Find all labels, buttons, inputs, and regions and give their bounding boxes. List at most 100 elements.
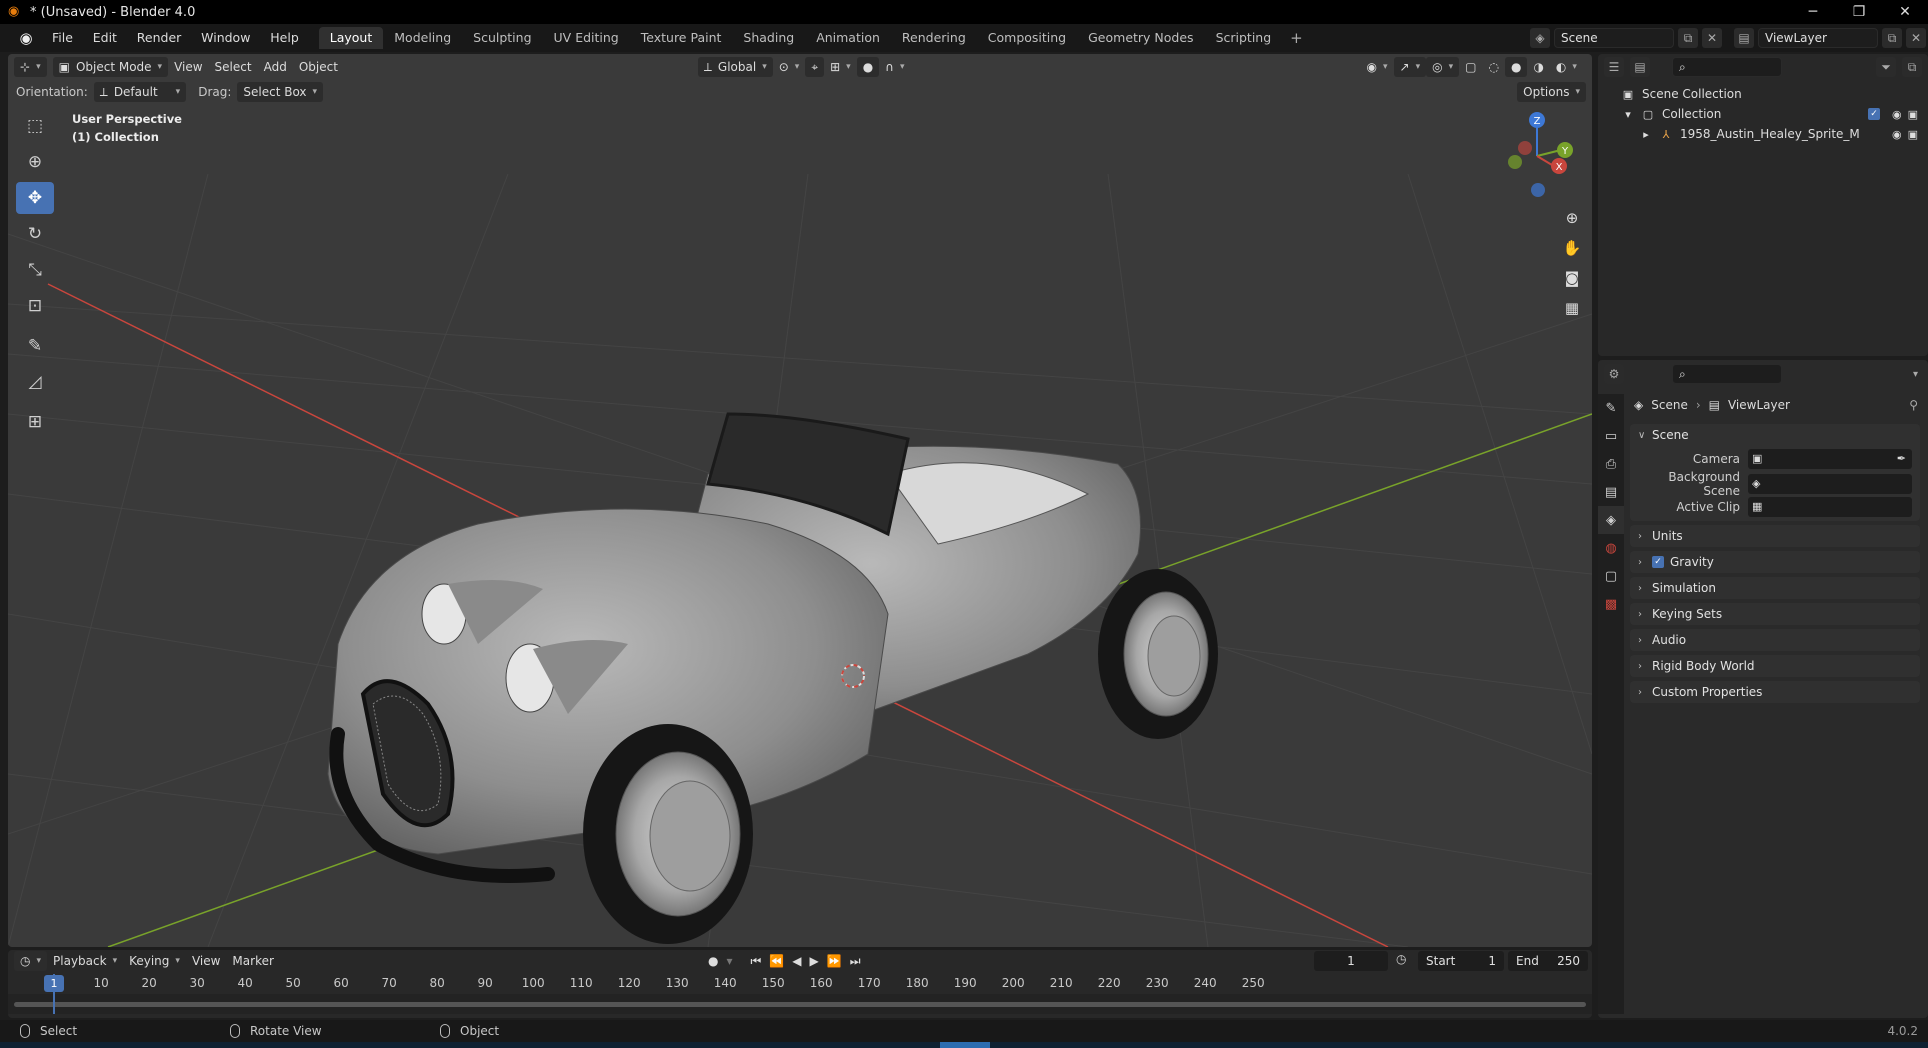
gravity-panel[interactable]: › ✓ Gravity xyxy=(1630,551,1920,573)
timeline-menu-playback[interactable]: Playback ▾ xyxy=(47,951,123,971)
transform-orientation-dropdown[interactable]: ⟂ Global ▾ xyxy=(697,57,773,77)
auto-keying-icon[interactable]: ● xyxy=(708,954,718,968)
timeline-menu-marker[interactable]: Marker xyxy=(226,951,279,971)
view-layer-icon[interactable]: ▤ xyxy=(1734,28,1754,48)
neg-z-axis-icon[interactable] xyxy=(1531,183,1545,197)
audio-panel[interactable]: › Audio xyxy=(1630,629,1920,651)
keying-dropdown-icon[interactable]: ▾ xyxy=(726,954,732,968)
overlay-toggle-icon[interactable]: ◎ ▾ xyxy=(1426,57,1460,77)
jump-start-icon[interactable]: ⏮ xyxy=(751,954,762,969)
background-scene-field[interactable]: ◈ xyxy=(1748,473,1912,494)
world-tab-icon[interactable]: ◍ xyxy=(1598,534,1624,562)
neg-y-axis-icon[interactable] xyxy=(1508,155,1522,169)
jump-end-icon[interactable]: ⏭ xyxy=(850,954,861,969)
options-dropdown[interactable]: Options ▾ xyxy=(1517,82,1586,102)
outliner-search-input[interactable]: ⌕ xyxy=(1672,57,1782,77)
collection-tab-icon[interactable]: ▢ xyxy=(1598,562,1624,590)
tab-uv-editing[interactable]: UV Editing xyxy=(543,27,630,49)
pan-hand-icon[interactable]: ✋ xyxy=(1560,236,1584,260)
pin-icon[interactable]: ⚲ xyxy=(1909,398,1918,412)
play-icon[interactable]: ▶ xyxy=(810,954,819,968)
prev-keyframe-icon[interactable]: ⏪ xyxy=(769,954,784,968)
exclude-checkbox[interactable]: ✓ xyxy=(1867,107,1880,120)
output-tab-icon[interactable]: ⎙ xyxy=(1598,450,1624,478)
3d-viewport[interactable]: ⊹ ▾ ▣ Object Mode ▾ View Select Add Object … xyxy=(8,54,1592,947)
gravity-checkbox[interactable]: ✓ xyxy=(1652,556,1664,568)
menu-help[interactable]: Help xyxy=(262,30,307,45)
proportional-edit-icon[interactable]: ● xyxy=(856,57,880,77)
close-icon[interactable]: ✕ xyxy=(1882,0,1928,24)
gizmo-toggle-icon[interactable]: ↗ ▾ xyxy=(1393,57,1427,77)
current-frame-field[interactable]: 1 xyxy=(1314,951,1388,971)
blender-logo-icon[interactable]: ◉ xyxy=(14,26,38,50)
new-scene-icon[interactable]: ⧉ xyxy=(1678,28,1698,48)
expand-arrow-icon[interactable]: ▾ xyxy=(1622,108,1634,121)
render-tab-icon[interactable]: ▭ xyxy=(1598,422,1624,450)
timeline-menu-view[interactable]: View xyxy=(186,951,226,971)
simulation-panel[interactable]: › Simulation xyxy=(1630,577,1920,599)
material-shading-icon[interactable]: ◑ xyxy=(1527,57,1549,77)
outliner-row-object[interactable]: ▸ ⅄ 1958_Austin_Healey_Sprite_MKI_! ◉ ▣ xyxy=(1598,124,1928,144)
minimize-icon[interactable]: ─ xyxy=(1790,0,1836,24)
outliner-row-scene-collection[interactable]: ▣ Scene Collection xyxy=(1598,84,1928,104)
wireframe-shading-icon[interactable]: ◌ xyxy=(1482,57,1504,77)
add-cube-icon[interactable]: ⊞ xyxy=(16,406,54,438)
eye-icon[interactable]: ◉ xyxy=(1892,108,1902,121)
add-workspace-icon[interactable]: + xyxy=(1282,29,1311,47)
scene-icon[interactable]: ◈ xyxy=(1530,28,1550,48)
delete-view-layer-icon[interactable]: ✕ xyxy=(1906,28,1926,48)
mode-dropdown[interactable]: ▣ Object Mode ▾ xyxy=(52,57,169,77)
timeline-track[interactable] xyxy=(8,994,1592,1014)
transform-icon[interactable]: ⊡ xyxy=(16,290,54,322)
scale-icon[interactable]: ⤡ xyxy=(16,254,54,286)
restore-icon[interactable]: ❐ xyxy=(1836,0,1882,24)
viewport-menu-add[interactable]: Add xyxy=(258,57,293,77)
tab-scripting[interactable]: Scripting xyxy=(1205,27,1283,49)
cursor-icon[interactable]: ⊕ xyxy=(16,146,54,178)
measure-icon[interactable]: ◿ xyxy=(16,366,54,398)
tab-geometry-nodes[interactable]: Geometry Nodes xyxy=(1077,27,1204,49)
timeline-menu-keying[interactable]: Keying ▾ xyxy=(123,951,186,971)
filter-icon[interactable]: ⏷ xyxy=(1876,57,1896,77)
falloff-icon[interactable]: ∩ ▾ xyxy=(879,57,910,77)
xray-icon[interactable]: ▢ xyxy=(1459,57,1482,77)
menu-window[interactable]: Window xyxy=(193,30,258,45)
tab-sculpting[interactable]: Sculpting xyxy=(462,27,542,49)
camera-view-icon[interactable]: ◙ xyxy=(1560,266,1584,290)
scene-panel-header[interactable]: ∨ Scene xyxy=(1630,424,1920,446)
view-layer-field[interactable]: ViewLayer xyxy=(1758,28,1878,48)
neg-x-axis-icon[interactable] xyxy=(1518,141,1532,155)
editor-type-icon[interactable]: ⊹ ▾ xyxy=(14,57,47,77)
perspective-grid-icon[interactable]: ▦ xyxy=(1560,296,1584,320)
car-model[interactable] xyxy=(327,412,1218,944)
solid-shading-icon[interactable]: ● xyxy=(1504,57,1528,77)
preview-range-icon[interactable]: ◷ xyxy=(1396,952,1406,966)
camera-field[interactable]: ▣ ✒ xyxy=(1748,448,1912,469)
viewport-menu-view[interactable]: View xyxy=(168,57,208,77)
tool-tab-icon[interactable]: ✎ xyxy=(1598,394,1624,422)
snap-target-icon[interactable]: ⊞ ▾ xyxy=(824,57,857,77)
visibility-icon[interactable]: ◉ ▾ xyxy=(1361,57,1394,77)
rigid-body-world-panel[interactable]: › Rigid Body World xyxy=(1630,655,1920,677)
scene-tab-icon[interactable]: ◈ xyxy=(1598,506,1624,534)
outliner-editor-type-icon[interactable]: ☰ xyxy=(1604,57,1624,77)
new-view-layer-icon[interactable]: ⧉ xyxy=(1882,28,1902,48)
start-frame-field[interactable]: Start 1 xyxy=(1418,951,1504,971)
menu-file[interactable]: File xyxy=(44,30,81,45)
playhead-label[interactable]: 1 xyxy=(44,975,64,992)
view-layer-tab-icon[interactable]: ▤ xyxy=(1598,478,1624,506)
viewport-menu-select[interactable]: Select xyxy=(209,57,258,77)
new-collection-icon[interactable]: ⧉ xyxy=(1902,57,1922,77)
viewport-menu-object[interactable]: Object xyxy=(293,57,344,77)
end-frame-field[interactable]: End 250 xyxy=(1508,951,1588,971)
annotate-icon[interactable]: ✎ xyxy=(16,330,54,362)
eyedropper-icon[interactable]: ✒ xyxy=(1897,452,1906,465)
menu-render[interactable]: Render xyxy=(129,30,190,45)
texture-tab-icon[interactable]: ▩ xyxy=(1598,590,1624,618)
outliner-row-collection[interactable]: ▾ ▢ Collection ✓ ◉ ▣ xyxy=(1598,104,1928,124)
rendered-shading-icon[interactable]: ◐ ▾ xyxy=(1550,57,1583,77)
object-camera-icon[interactable]: ▣ xyxy=(1908,128,1918,141)
pivot-icon[interactable]: ⊙ ▾ xyxy=(773,57,806,77)
active-clip-field[interactable]: ▦ xyxy=(1748,496,1912,517)
camera-render-icon[interactable]: ▣ xyxy=(1908,108,1918,121)
